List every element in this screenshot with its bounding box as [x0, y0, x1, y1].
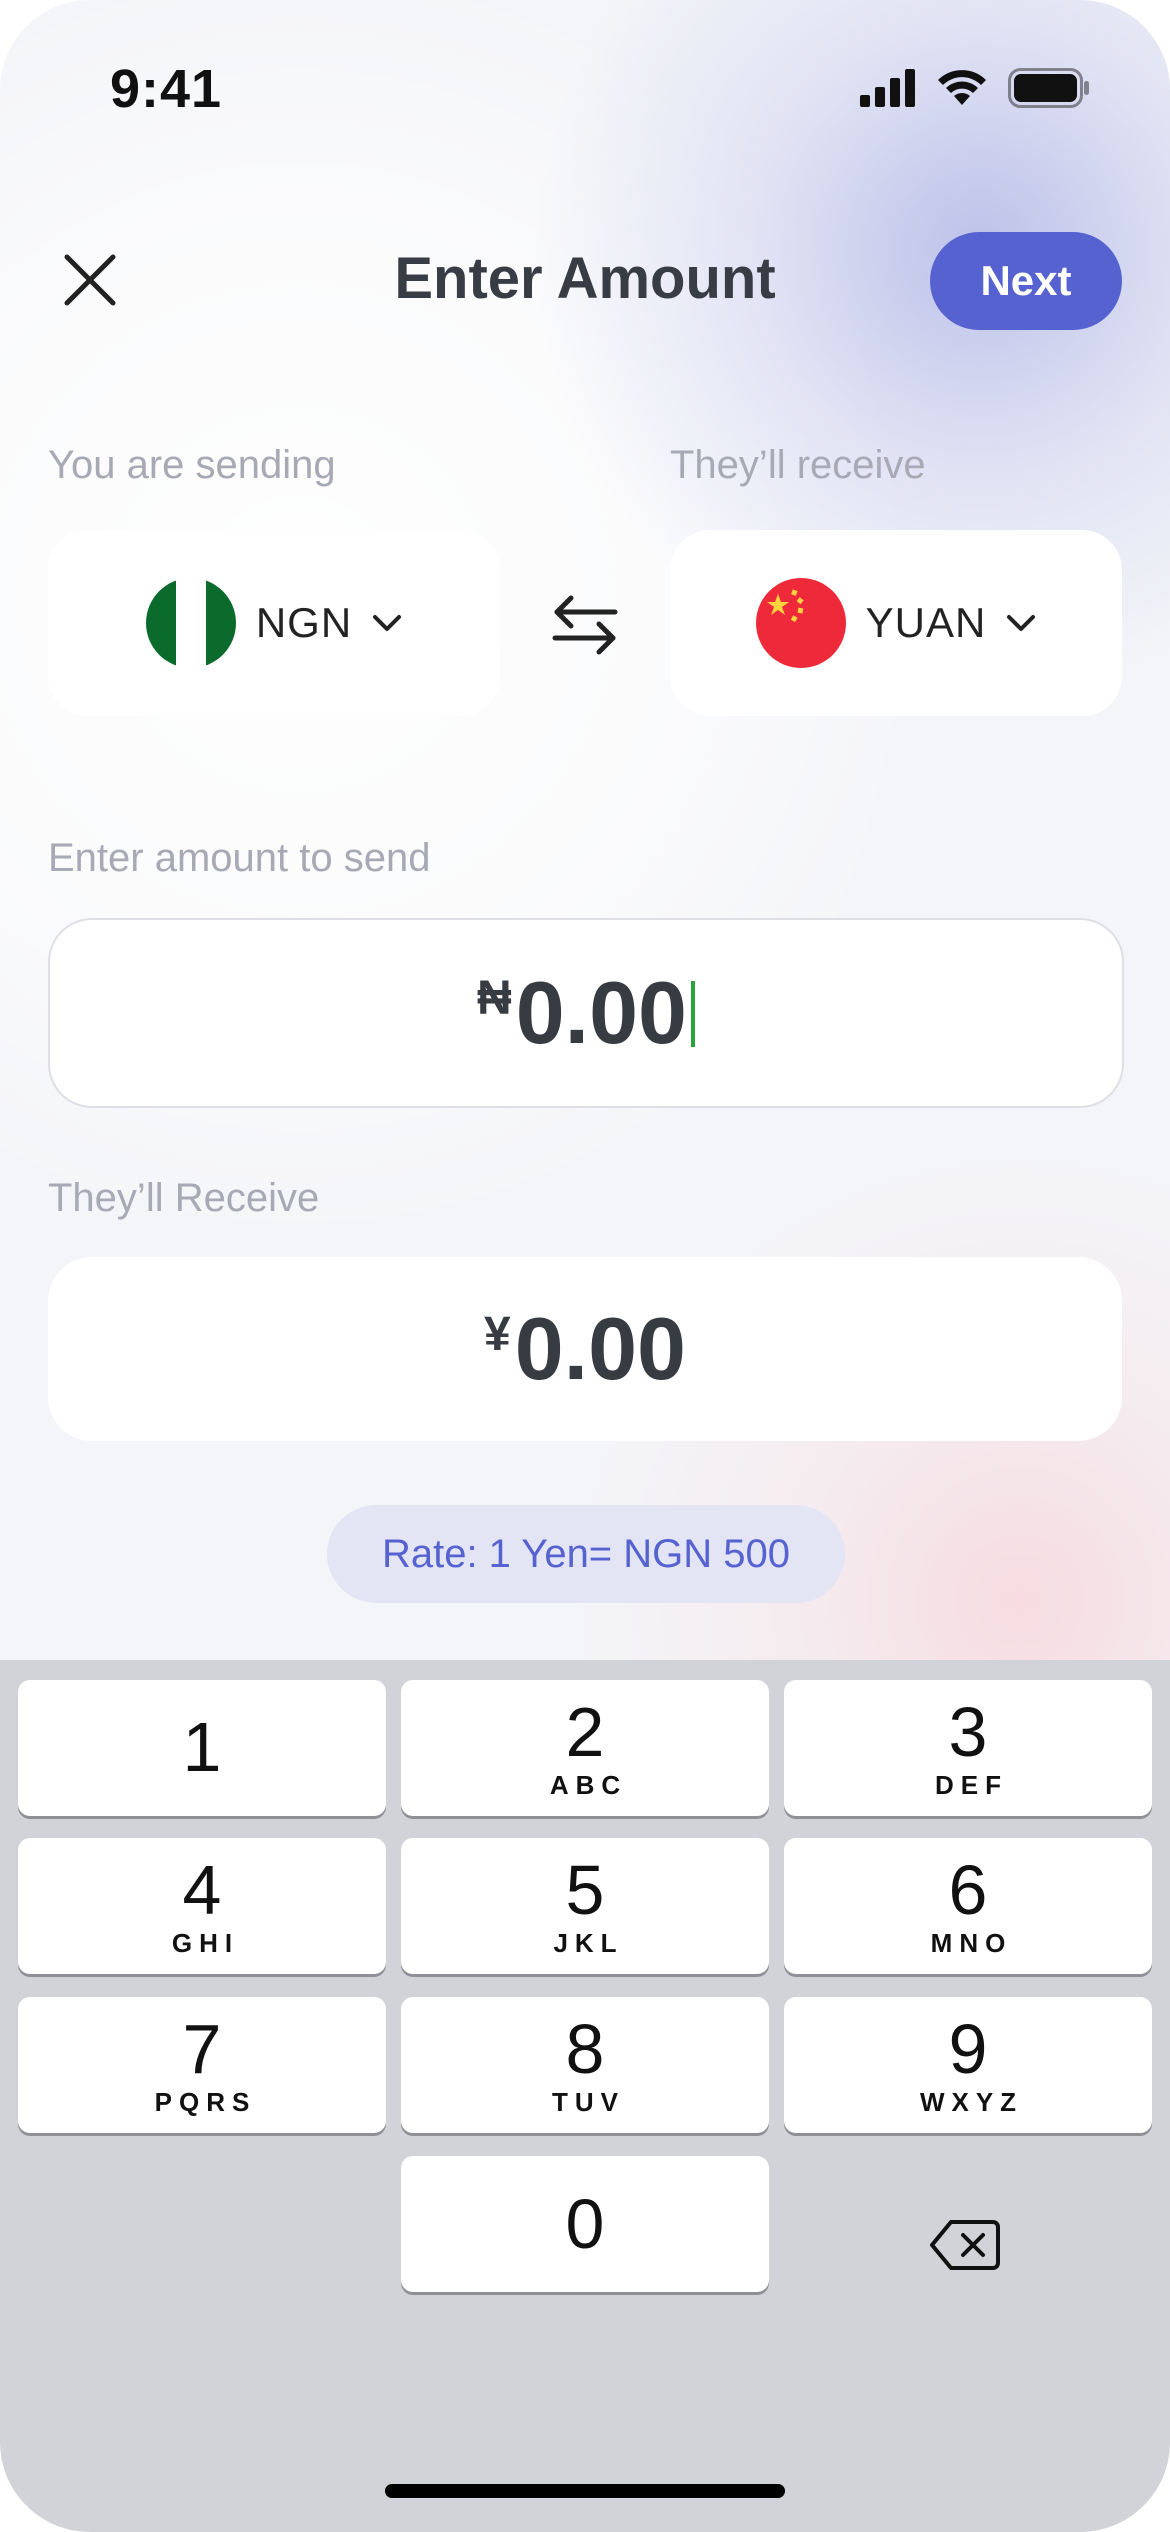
backspace-key[interactable]	[890, 2195, 1040, 2295]
key-digit: 8	[565, 2009, 605, 2088]
receiving-label: They’ll receive	[670, 443, 926, 487]
receive-amount-label: They’ll Receive	[48, 1176, 320, 1220]
key-digit: 9	[948, 2009, 988, 2088]
swap-currencies-button[interactable]	[545, 585, 625, 665]
key-7[interactable]: 7 PQRS	[18, 1997, 386, 2133]
chevron-down-icon	[373, 615, 402, 631]
china-flag-icon	[755, 578, 846, 668]
key-8[interactable]: 8 TUV	[401, 1997, 769, 2133]
cellular-signal-icon	[860, 69, 915, 107]
send-amount-display: ₦ 0.00	[477, 963, 695, 1063]
key-digit: 5	[565, 1850, 605, 1929]
receive-amount-display: ¥ 0.00	[48, 1257, 1122, 1441]
key-letters: TUV	[552, 2086, 625, 2117]
key-6[interactable]: 6 MNO	[784, 1838, 1152, 1974]
receiving-currency-selector[interactable]: YUAN	[670, 530, 1122, 716]
backspace-icon	[930, 2220, 1000, 2270]
wifi-icon	[938, 70, 986, 105]
receiving-currency-code: YUAN	[865, 599, 987, 646]
key-0[interactable]: 0	[401, 2156, 769, 2292]
key-letters: PQRS	[154, 2086, 257, 2117]
text-caret	[690, 981, 695, 1047]
key-2[interactable]: 2 ABC	[401, 1680, 769, 1816]
exchange-rate-badge: Rate: 1 Yen= NGN 500	[327, 1505, 845, 1603]
yuan-symbol: ¥	[484, 1308, 511, 1361]
key-digit: 0	[565, 2185, 605, 2263]
home-indicator[interactable]	[385, 2484, 785, 2498]
chevron-down-icon	[1007, 615, 1036, 631]
key-digit: 2	[565, 1692, 605, 1771]
key-4[interactable]: 4 GHI	[18, 1838, 386, 1974]
send-amount-input[interactable]: ₦ 0.00	[48, 918, 1124, 1108]
key-digit: 3	[948, 1692, 988, 1771]
key-digit: 1	[182, 1708, 222, 1786]
sending-currency-selector[interactable]: NGN	[48, 530, 500, 716]
status-icons	[860, 68, 1090, 108]
key-1[interactable]: 1	[18, 1680, 386, 1816]
key-5[interactable]: 5 JKL	[401, 1838, 769, 1974]
receive-amount-text: ¥ 0.00	[484, 1299, 686, 1399]
sending-currency-code: NGN	[255, 599, 353, 646]
swap-arrows-icon	[552, 595, 618, 655]
receive-amount-value: 0.00	[514, 1299, 686, 1398]
key-letters: ABC	[549, 1769, 628, 1800]
send-amount-value: 0.00	[515, 963, 687, 1062]
key-letters: GHI	[171, 1927, 240, 1958]
key-letters: MNO	[930, 1927, 1013, 1958]
key-3[interactable]: 3 DEF	[784, 1680, 1152, 1816]
status-time: 9:41	[110, 59, 223, 119]
key-letters: DEF	[935, 1769, 1008, 1800]
send-amount-label: Enter amount to send	[48, 836, 431, 880]
status-bar: 9:41	[0, 0, 1170, 150]
numeric-keypad: 1 2 ABC 3 DEF 4 GHI 5 JKL 6 MNO 7 PQRS 8	[0, 1660, 1170, 2532]
key-letters: JKL	[553, 1927, 624, 1958]
battery-icon	[1008, 68, 1089, 108]
naira-symbol: ₦	[477, 972, 512, 1025]
key-digit: 4	[182, 1850, 222, 1929]
key-digit: 6	[948, 1850, 988, 1929]
next-button[interactable]: Next	[930, 232, 1122, 330]
key-9[interactable]: 9 WXYZ	[784, 1997, 1152, 2133]
key-digit: 7	[182, 2009, 222, 2088]
phone-screen: 9:41 Enter Amount Next You are sending T…	[0, 0, 1170, 2532]
sending-label: You are sending	[48, 443, 336, 487]
key-letters: WXYZ	[919, 2086, 1024, 2117]
nigeria-flag-icon	[145, 578, 236, 668]
